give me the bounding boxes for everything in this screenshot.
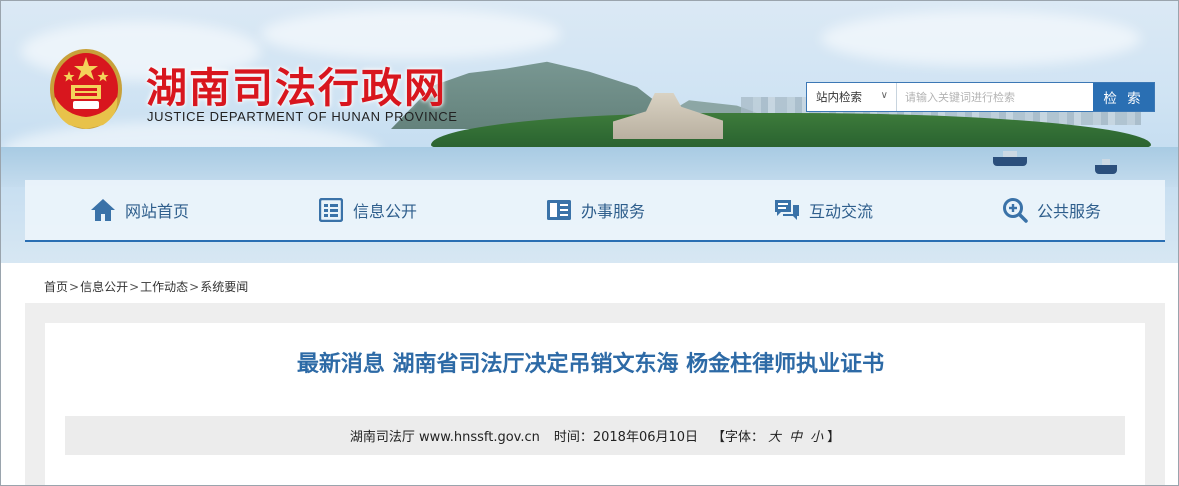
breadcrumb-item-work-news[interactable]: 工作动态 <box>140 280 188 294</box>
site-title[interactable]: 湖南司法行政网 <box>146 54 447 114</box>
nav-item-label: 公共服务 <box>1036 202 1101 221</box>
nav-item-label: 互动交流 <box>808 202 873 221</box>
nav-item-home[interactable]: 网站首页 <box>25 180 253 240</box>
cloud-decoration <box>821 11 1141 66</box>
boat-decoration <box>993 151 1027 166</box>
search-input[interactable] <box>897 83 1093 111</box>
breadcrumb-item-system-news[interactable]: 系统要闻 <box>200 280 248 294</box>
search-scope-label: 站内检索 <box>816 90 862 104</box>
breadcrumb-item-home[interactable]: 首页 <box>44 280 68 294</box>
article-date: 时间：2018年06月10日 <box>553 430 699 445</box>
magnifier-icon <box>1001 196 1029 224</box>
breadcrumb-separator: > <box>189 280 200 294</box>
article-meta-bar: 湖南司法厅 www.hnssft.gov.cn 时间：2018年06月10日 【… <box>65 416 1125 455</box>
nav-item-public-service[interactable]: 公共服务 <box>937 180 1165 240</box>
chat-icon <box>773 196 801 224</box>
breadcrumb-separator: > <box>69 280 80 294</box>
nav-item-info-disclosure[interactable]: 信息公开 <box>253 180 481 240</box>
font-size-label-close: 】 <box>827 430 841 445</box>
font-size-large-link[interactable]: 大 <box>768 426 781 445</box>
boat-decoration <box>1095 159 1117 174</box>
search-button[interactable]: 检 索 <box>1093 83 1154 111</box>
document-list-icon <box>317 196 345 224</box>
cloud-decoration <box>261 9 561 59</box>
article-source: 湖南司法厅 www.hnssft.gov.cn <box>349 430 540 445</box>
site-subtitle: JUSTICE DEPARTMENT OF HUNAN PROVINCE <box>147 109 458 124</box>
nav-item-label: 办事服务 <box>580 202 645 221</box>
page-frame: 湖南司法行政网 JUSTICE DEPARTMENT OF HUNAN PROV… <box>0 0 1179 486</box>
court-emblem-icon <box>50 49 122 129</box>
search-scope-select[interactable]: 站内检索 ∨ <box>807 83 897 111</box>
font-size-small-link[interactable]: 小 <box>810 426 823 445</box>
nav-item-label: 信息公开 <box>352 202 417 221</box>
nav-item-label: 网站首页 <box>124 202 189 221</box>
article-title: 最新消息 湖南省司法厅决定吊销文东海 杨金柱律师执业证书 <box>296 352 885 377</box>
breadcrumb-item-info-disclosure[interactable]: 信息公开 <box>80 280 128 294</box>
main-nav: 网站首页 信息公开 办事服务 互动交流 公共服务 <box>25 180 1165 242</box>
breadcrumb-separator: > <box>129 280 140 294</box>
book-icon <box>545 196 573 224</box>
search-bar: 站内检索 ∨ 检 索 <box>806 82 1155 112</box>
breadcrumb: 首页>信息公开>工作动态>系统要闻 <box>44 278 248 295</box>
chevron-down-icon: ∨ <box>880 90 888 101</box>
nav-item-services[interactable]: 办事服务 <box>481 180 709 240</box>
home-icon <box>89 196 117 224</box>
font-size-medium-link[interactable]: 中 <box>789 426 802 445</box>
font-size-label-open: 【字体： <box>712 430 765 445</box>
nav-item-interaction[interactable]: 互动交流 <box>709 180 937 240</box>
